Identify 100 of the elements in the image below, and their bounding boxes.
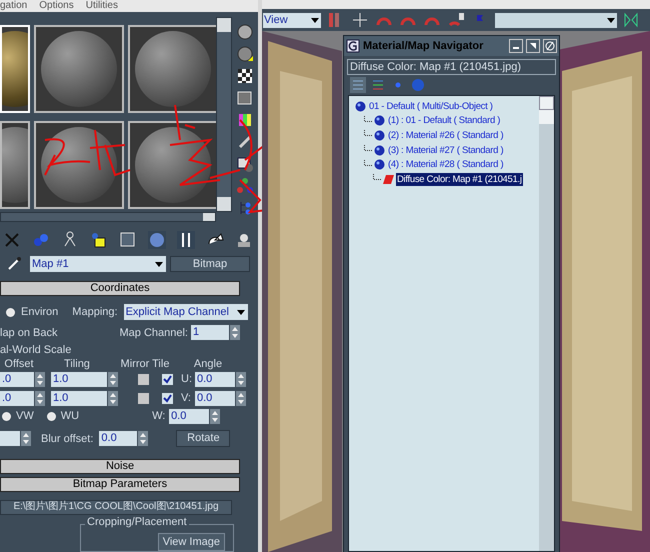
nodes-icon[interactable] [236, 177, 254, 195]
tree-item[interactable]: (2) : Material #26 ( Standard ) [387, 128, 504, 142]
number-field[interactable]: 0.0 [195, 372, 235, 387]
sphere-icon[interactable] [374, 115, 385, 126]
window-icon[interactable] [236, 155, 254, 173]
spinner-arrows-icon[interactable] [230, 325, 240, 340]
checkbox[interactable] [138, 374, 149, 385]
spinner-arrows-icon[interactable] [108, 372, 118, 387]
mapping-dropdown[interactable]: Explicit Map Channel [124, 304, 248, 320]
spinner-arrows-icon[interactable] [138, 431, 148, 446]
checkbox[interactable] [162, 374, 173, 385]
bitmap-path-button[interactable]: E:\图片\图片1\CG COOL图\Cool图\210451.jpg [0, 500, 232, 515]
color-bars-icon[interactable] [236, 111, 254, 129]
radio-button[interactable] [2, 412, 11, 421]
sphere-icon[interactable] [236, 45, 254, 63]
spinner-arrows-icon[interactable] [236, 390, 246, 406]
sample-slot[interactable] [34, 120, 124, 208]
label: Mapping: [72, 305, 118, 320]
menu-item[interactable]: Options [39, 0, 74, 12]
dropdown-arrow-icon[interactable] [154, 260, 164, 268]
label: Environ [21, 305, 58, 320]
label: WU [60, 409, 80, 424]
path-field[interactable]: Diffuse Color: Map #1 (210451.jpg) [347, 59, 556, 75]
label: al-World Scale [0, 343, 72, 356]
number-field[interactable]: .0 [0, 390, 34, 406]
dropdown-value: Explicit Map Channel [126, 305, 229, 320]
sample-slot[interactable] [34, 25, 124, 113]
dropdown-arrow-icon[interactable] [236, 308, 246, 316]
sphere-icon[interactable] [374, 144, 385, 156]
map-icon[interactable] [383, 174, 394, 185]
spinner-arrows-icon[interactable] [35, 390, 45, 406]
label: Tiling [63, 357, 91, 372]
number-field[interactable]: 1 [191, 325, 229, 340]
scroll-right-button[interactable] [203, 213, 215, 222]
label: Offset [3, 357, 35, 372]
dropdown-value: Map #1 [32, 256, 69, 272]
number-field[interactable]: .0 [0, 372, 34, 387]
label: Mirror Tile [120, 357, 170, 372]
menu-item[interactable]: gation [0, 0, 28, 12]
label: U: [181, 372, 193, 388]
number-field[interactable]: 0.0 [195, 390, 235, 406]
tree-item[interactable]: (1) : 01 - Default ( Standard ) [387, 114, 502, 128]
view-image-button[interactable]: View Image [158, 533, 225, 551]
menu-item[interactable]: Utilities [86, 0, 118, 12]
label: Angle [192, 357, 224, 372]
dropdown-arrow-icon[interactable] [310, 16, 320, 24]
sphere-icon[interactable] [374, 159, 385, 170]
rollout-header[interactable]: Noise [0, 458, 240, 474]
tree-item[interactable]: 01 - Default ( Multi/Sub-Object ) [368, 100, 494, 113]
radio-button[interactable] [6, 308, 15, 317]
mirror-icon[interactable] [623, 11, 639, 29]
sphere-icon[interactable] [236, 23, 254, 41]
dropdown-arrow-icon[interactable] [606, 16, 616, 24]
checkbox[interactable] [162, 392, 173, 404]
spinner-arrows-icon[interactable] [108, 390, 118, 406]
spinner-arrows-icon[interactable] [21, 431, 31, 446]
radio-button[interactable] [46, 412, 56, 421]
sphere-icon[interactable] [355, 100, 366, 112]
maximize-icon[interactable] [526, 39, 540, 53]
number-field[interactable]: 1.0 [51, 390, 107, 406]
square-icon[interactable] [236, 89, 254, 107]
tree-item[interactable]: (3) : Material #27 ( Standard ) [387, 144, 504, 157]
checkbox[interactable] [138, 392, 149, 404]
eyedropper-icon[interactable] [6, 256, 22, 272]
label: Map Channel: [120, 326, 188, 341]
label: Blur offset: [41, 432, 94, 447]
tree-item[interactable]: (4) : Material #28 ( Standard ) [387, 158, 504, 172]
dropdown-value: View [264, 12, 288, 28]
close-icon[interactable] [543, 39, 557, 53]
scrollbar[interactable] [539, 96, 554, 551]
sample-slot[interactable] [0, 120, 30, 208]
number-field[interactable]: 1.0 [51, 372, 107, 387]
scroll-thumb[interactable] [539, 110, 554, 124]
scroll-up-button[interactable] [539, 96, 554, 110]
sample-slot[interactable] [128, 120, 216, 208]
window-title: Material/Map Navigator [363, 38, 484, 54]
label: lap on Back [0, 326, 58, 341]
scrollbar[interactable] [0, 212, 216, 222]
rollout-header[interactable]: Coordinates [0, 281, 240, 296]
axis-icon[interactable] [351, 11, 369, 29]
spinner-arrows-icon[interactable] [35, 372, 45, 387]
map-type-button[interactable]: Bitmap [170, 256, 250, 272]
minimize-icon[interactable] [509, 39, 523, 53]
number-field[interactable] [0, 431, 20, 446]
tree-item[interactable]: Diffuse Color: Map #1 (210451.j [396, 172, 523, 186]
view-dropdown[interactable]: View [263, 12, 321, 28]
sphere-icon[interactable] [374, 130, 385, 141]
label: W: [152, 409, 164, 424]
app-logo-icon[interactable] [346, 39, 360, 53]
spinner-arrows-icon[interactable] [236, 372, 246, 387]
rotate-button[interactable]: Rotate [176, 430, 230, 448]
number-field[interactable]: 0.0 [99, 431, 138, 446]
spinner-arrows-icon[interactable] [210, 408, 220, 424]
number-field[interactable]: 0.0 [169, 408, 210, 424]
magnet-icon[interactable] [447, 11, 465, 29]
rollout-header[interactable]: Bitmap Parameters [0, 476, 240, 492]
sample-slot[interactable] [128, 25, 216, 113]
checker-icon[interactable] [236, 67, 254, 85]
selection-set-dropdown[interactable] [495, 12, 617, 28]
map-name-dropdown[interactable]: Map #1 [30, 256, 166, 272]
